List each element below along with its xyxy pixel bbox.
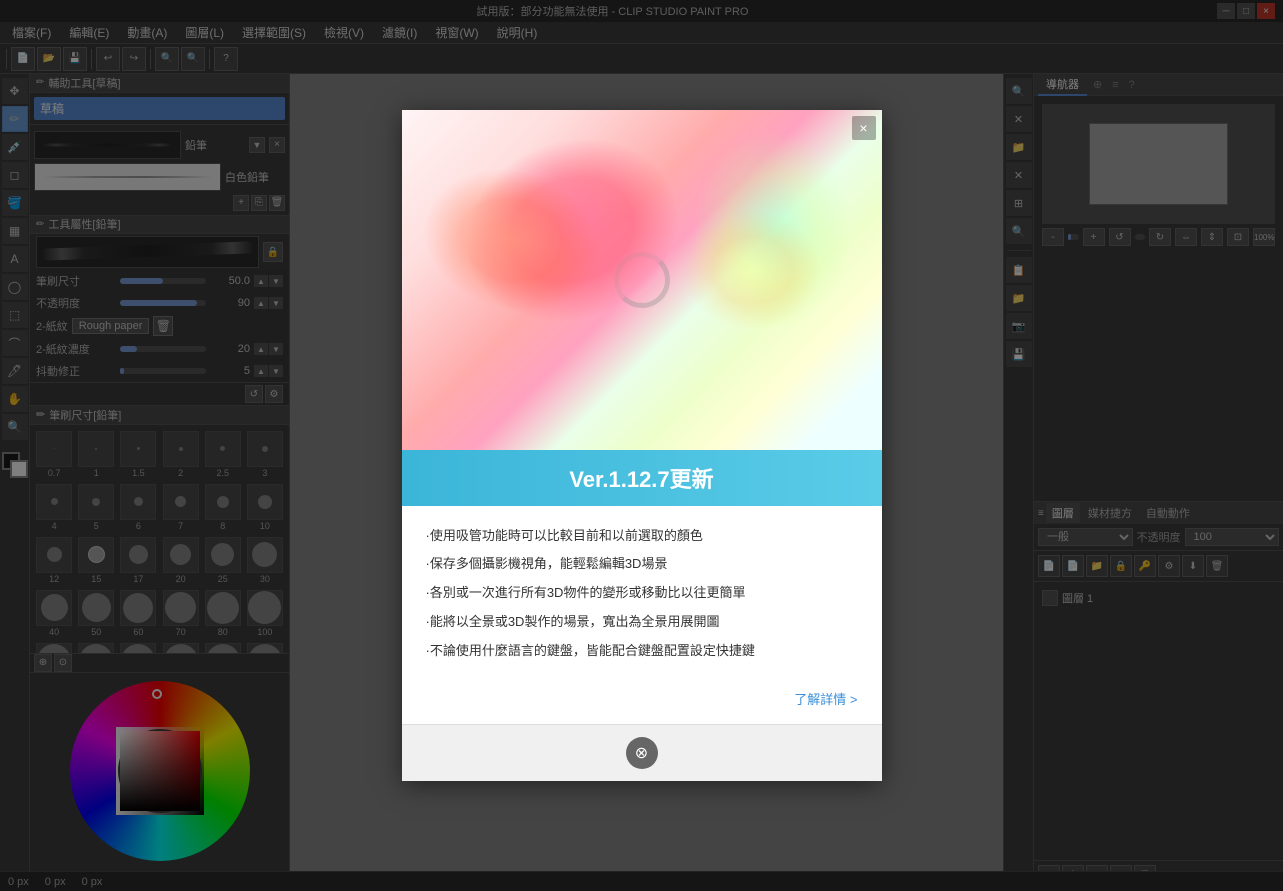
- modal-footer: 了解詳情 >: [402, 681, 882, 724]
- modal-bottom: ⊗: [402, 724, 882, 781]
- modal-close-x-button[interactable]: ×: [852, 116, 876, 140]
- splash-blob-4: [682, 210, 822, 330]
- feature-item-3: ·各別或一次進行所有3D物件的變形或移動比以往更簡單: [426, 579, 858, 608]
- modal-content: ·使用吸管功能時可以比較目前和以前選取的顏色 ·保存多個攝影機視角，能輕鬆編輯3…: [402, 506, 882, 682]
- modal-splash-image: [402, 110, 882, 450]
- feature-item-1: ·使用吸管功能時可以比較目前和以前選取的顏色: [426, 522, 858, 551]
- feature-item-5: ·不論使用什麼語言的鍵盤，皆能配合鍵盤配置設定快捷鍵: [426, 637, 858, 666]
- modal-detail-link[interactable]: 了解詳情 >: [794, 692, 857, 707]
- modal-bottom-close-icon: ⊗: [635, 743, 648, 763]
- modal-dialog: × Ver.1.12.7更新 ·使用吸管功能時可以比較目前和以前選取的顏色 ·保…: [402, 110, 882, 782]
- modal-version-text: Ver.1.12.7更新: [569, 467, 713, 492]
- loading-spinner: [614, 252, 670, 308]
- feature-item-4: ·能將以全景或3D製作的場景，寬出為全景用展開圖: [426, 608, 858, 637]
- modal-bottom-close-btn[interactable]: ⊗: [626, 737, 658, 769]
- loading-spinner-container: [614, 252, 670, 308]
- modal-overlay[interactable]: × Ver.1.12.7更新 ·使用吸管功能時可以比較目前和以前選取的顏色 ·保…: [0, 0, 1283, 891]
- modal-version-bar: Ver.1.12.7更新: [402, 450, 882, 506]
- feature-item-2: ·保存多個攝影機視角，能輕鬆編輯3D場景: [426, 550, 858, 579]
